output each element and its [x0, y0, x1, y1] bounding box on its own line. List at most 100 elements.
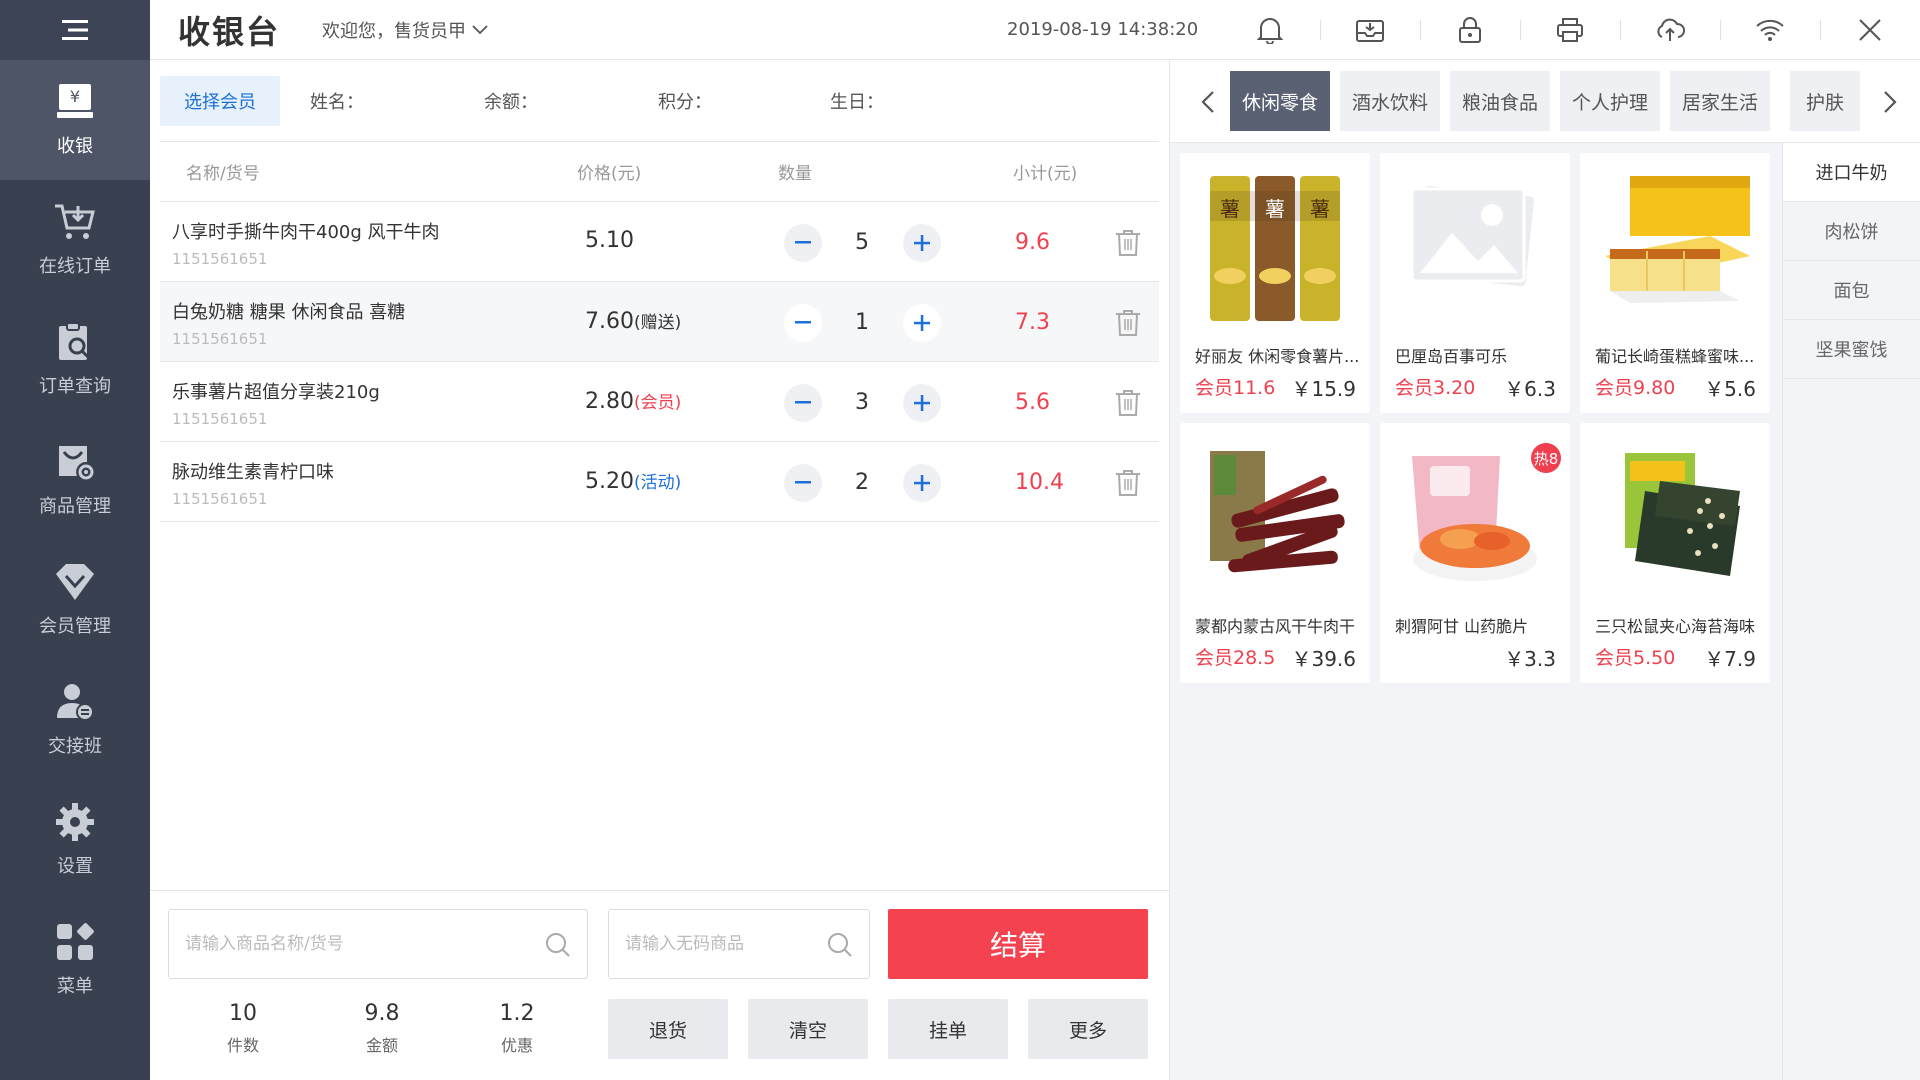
product-price: ￥6.3	[1504, 377, 1556, 401]
product-image: 薯 薯 薯	[1210, 176, 1340, 321]
product-price: ￥5.6	[1704, 377, 1756, 401]
category-tab[interactable]: 粮油食品	[1450, 71, 1550, 131]
cashier-icon: ¥	[57, 84, 93, 118]
more-button[interactable]: 更多	[1028, 999, 1148, 1059]
lock-screen-button[interactable]	[1420, 0, 1520, 60]
sidebar-item-handover[interactable]: 交接班	[0, 660, 150, 780]
product-card[interactable]: 三只松鼠夹心海苔海味 会员5.50 ￥7.9	[1580, 423, 1770, 683]
item-name: 白兔奶糖 糖果 休闲食品 喜糖	[172, 302, 406, 323]
hold-order-button[interactable]: 挂单	[888, 999, 1008, 1059]
increase-qty-button[interactable]	[903, 384, 941, 422]
increase-qty-button[interactable]	[903, 224, 941, 262]
increase-qty-button[interactable]	[903, 304, 941, 342]
product-search-field[interactable]	[185, 934, 587, 954]
delete-item-button[interactable]	[1115, 229, 1141, 261]
delete-item-button[interactable]	[1115, 389, 1141, 421]
product-card[interactable]: 巴厘岛百事可乐 会员3.20 ￥6.3	[1380, 153, 1570, 413]
sidebar-item-order-query[interactable]: 订单查询	[0, 300, 150, 420]
minus-icon	[795, 321, 811, 324]
svg-text:薯: 薯	[1265, 197, 1285, 221]
category-next-button[interactable]	[1870, 82, 1910, 122]
sidebar-item-member-management[interactable]: 会员管理	[0, 540, 150, 660]
sidebar-item-cashier[interactable]: ¥ 收银	[0, 60, 150, 180]
user-dropdown[interactable]: 欢迎您，售货员甲	[322, 17, 488, 43]
chevron-right-icon	[1884, 91, 1897, 113]
notifications-button[interactable]	[1220, 0, 1320, 60]
product-price: ￥39.6	[1291, 647, 1356, 671]
product-name: 蒙都内蒙古风干牛肉干	[1195, 617, 1356, 636]
delete-item-button[interactable]	[1115, 469, 1141, 501]
image-placeholder-icon	[1410, 185, 1535, 287]
plus-icon	[914, 475, 930, 491]
item-qty: 5	[855, 230, 869, 255]
category-prev-button[interactable]	[1188, 82, 1228, 122]
cart-icon	[55, 204, 95, 239]
cloud-sync-button[interactable]	[1620, 0, 1720, 60]
sidebar-item-settings[interactable]: 设置	[0, 780, 150, 900]
member-balance-label: 余额：	[484, 91, 538, 113]
sidebar-item-online-orders[interactable]: 在线订单	[0, 180, 150, 300]
cart-row[interactable]: 八享时手撕牛肉干400g 风干牛肉 1151561651 5.10 5 9.6	[160, 202, 1159, 282]
svg-text:薯: 薯	[1310, 197, 1330, 221]
checkout-button[interactable]: 结算	[888, 909, 1148, 979]
subcategory-item[interactable]: 进口牛奶	[1783, 143, 1920, 202]
delete-item-button[interactable]	[1115, 309, 1141, 341]
app-title: 收银台	[178, 12, 281, 51]
search-icon[interactable]	[827, 932, 853, 958]
item-qty: 1	[855, 310, 869, 335]
cash-drawer-button[interactable]	[1320, 0, 1420, 60]
trash-icon	[1116, 230, 1140, 256]
sidebar-item-label: 在线订单	[39, 256, 111, 277]
plus-icon	[914, 395, 930, 411]
cart-row[interactable]: 乐事薯片超值分享装210g 1151561651 2.80(会员) 3 5.6	[160, 362, 1159, 442]
sidebar-item-goods-management[interactable]: 商品管理	[0, 420, 150, 540]
sidebar-item-menu[interactable]: 菜单	[0, 900, 150, 1020]
product-image	[1625, 453, 1740, 576]
close-button[interactable]	[1820, 0, 1920, 60]
product-card[interactable]: 薯 薯 薯 好丽友 休闲零食薯片... 会员11.6 ￥15.9	[1180, 153, 1370, 413]
category-tab[interactable]: 休闲零食	[1230, 71, 1330, 131]
nocode-product-input[interactable]	[608, 909, 870, 979]
product-card[interactable]: 蒙都内蒙古风干牛肉干 会员28.5 ￥39.6	[1180, 423, 1370, 683]
product-card[interactable]: 葡记长崎蛋糕蜂蜜味... 会员9.80 ￥5.6	[1580, 153, 1770, 413]
decrease-qty-button[interactable]	[784, 384, 822, 422]
product-card[interactable]: 热8 刺猬阿甘 山药脆片 ￥3.3	[1380, 423, 1570, 683]
category-tab[interactable]: 个人护理	[1560, 71, 1660, 131]
plus-icon	[914, 315, 930, 331]
decrease-qty-button[interactable]	[784, 224, 822, 262]
category-tab[interactable]: 酒水饮料	[1340, 71, 1440, 131]
increase-qty-button[interactable]	[903, 464, 941, 502]
category-tab[interactable]: 护肤	[1790, 71, 1860, 131]
refund-button[interactable]: 退货	[608, 999, 728, 1059]
member-bar: 选择会员 姓名： 余额： 积分： 生日：	[160, 60, 1159, 142]
product-price: ￥15.9	[1291, 377, 1356, 401]
cart-row[interactable]: 脉动维生素青柠口味 1151561651 5.20(活动) 2 10.4	[160, 442, 1159, 522]
plus-icon	[914, 235, 930, 251]
item-price: 2.80(会员)	[585, 389, 682, 414]
decrease-qty-button[interactable]	[784, 464, 822, 502]
item-code: 1151561651	[172, 330, 268, 348]
cart-row[interactable]: 白兔奶糖 糖果 休闲食品 喜糖 1151561651 7.60(赠送) 1 7.…	[160, 282, 1159, 362]
subcategory-item[interactable]: 面包	[1783, 261, 1920, 320]
trash-icon	[1116, 390, 1140, 416]
clear-button[interactable]: 清空	[748, 999, 868, 1059]
hot-badge: 热8	[1531, 443, 1561, 473]
member-points-label: 积分：	[658, 91, 712, 113]
product-name: 三只松鼠夹心海苔海味	[1595, 617, 1756, 636]
stat-item-count: 10 件数	[226, 1001, 259, 1055]
subcategory-item[interactable]: 肉松饼	[1783, 202, 1920, 261]
stat-amount: 9.8 金额	[364, 1001, 400, 1055]
category-tab[interactable]: 居家生活	[1670, 71, 1770, 131]
gear-icon	[56, 803, 94, 841]
search-icon[interactable]	[545, 932, 571, 958]
product-search-input[interactable]	[168, 909, 588, 979]
subcategory-item[interactable]: 坚果蜜饯	[1783, 320, 1920, 379]
hamburger-menu-button[interactable]	[0, 0, 150, 60]
stat-discount: 1.2 优惠	[499, 1001, 535, 1055]
sidebar-item-label: 订单查询	[39, 376, 111, 397]
wifi-button[interactable]	[1720, 0, 1820, 60]
select-member-button[interactable]: 选择会员	[160, 75, 280, 126]
product-image	[1210, 451, 1345, 573]
print-button[interactable]	[1520, 0, 1620, 60]
decrease-qty-button[interactable]	[784, 304, 822, 342]
